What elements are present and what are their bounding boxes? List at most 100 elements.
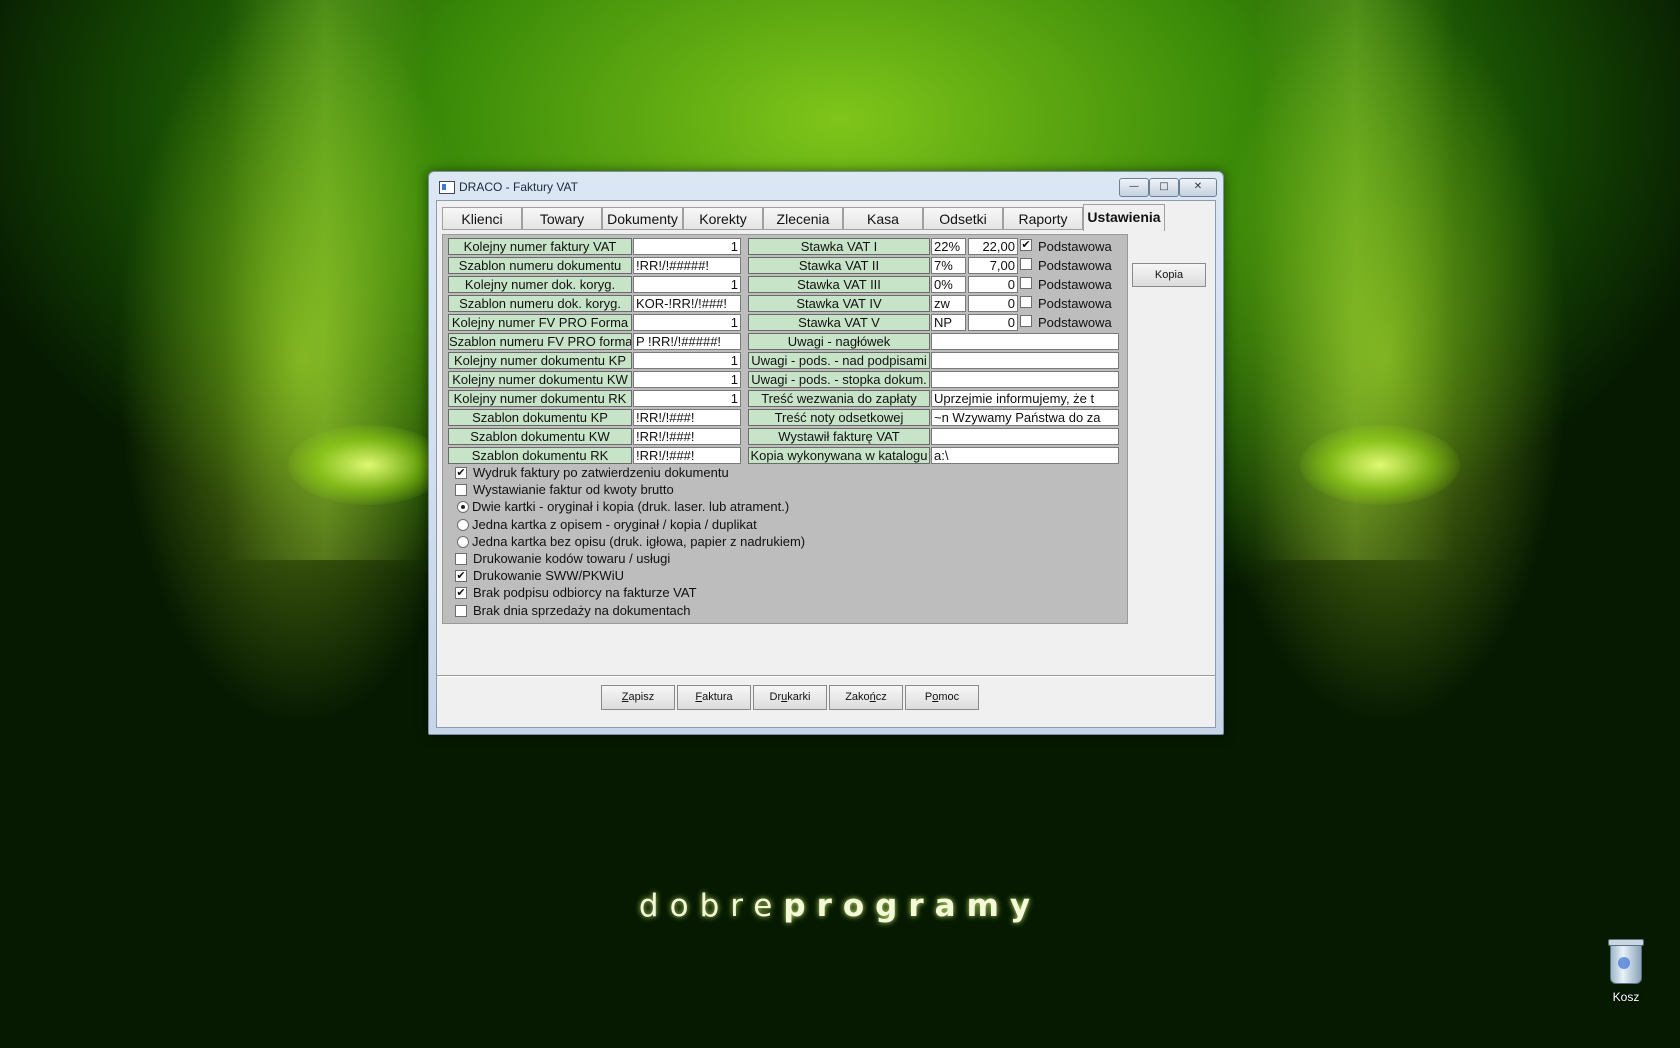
desktop-brand-logo: dobreprogramy: [0, 888, 1680, 924]
tab-odsetki[interactable]: Odsetki: [923, 207, 1003, 229]
field-input[interactable]: 1: [633, 371, 741, 388]
tab-kasa[interactable]: Kasa: [843, 207, 923, 229]
field-label: Kolejny numer faktury VAT: [448, 238, 632, 255]
field-label: Kopia wykonywana w katalogu: [748, 447, 930, 464]
vat-rate-label: Stawka VAT I: [748, 238, 930, 255]
field-input[interactable]: a:\: [931, 447, 1119, 464]
field-input[interactable]: Uprzejmie informujemy, że t: [931, 390, 1119, 407]
default-rate-checkbox[interactable]: [1020, 296, 1032, 308]
zapisz-button[interactable]: Zapisz: [601, 685, 675, 710]
recycle-bin-icon: [1608, 939, 1644, 984]
maximize-button[interactable]: □: [1149, 178, 1179, 197]
option-checkbox[interactable]: ✔: [455, 570, 467, 583]
field-label: Uwagi - pods. - stopka dokum.: [748, 371, 930, 388]
field-input[interactable]: KOR-!RR!/!###!: [633, 295, 741, 312]
vat-rate-label: Stawka VAT II: [748, 257, 930, 274]
pomoc-button[interactable]: Pomoc: [905, 685, 979, 710]
field-input[interactable]: [931, 371, 1119, 388]
app-window: DRACO - Faktury VAT — □ ✕ Klienci Towary D…: [428, 171, 1224, 735]
option-label: Brak dnia sprzedaży na dokumentach: [473, 602, 691, 618]
field-input[interactable]: !RR!/!###!: [633, 409, 741, 426]
tab-korekty[interactable]: Korekty: [683, 207, 763, 229]
tab-raporty[interactable]: Raporty: [1003, 207, 1083, 229]
settings-panel: Kolejny numer faktury VAT 1 Szablon numeru…: [442, 234, 1128, 624]
field-input[interactable]: 1: [633, 238, 741, 255]
vat-code-input[interactable]: 22%: [931, 238, 966, 255]
faktura-button[interactable]: Faktura: [677, 685, 751, 710]
drukarki-button[interactable]: Drukarki: [753, 685, 827, 710]
option-checkbox[interactable]: ✔: [455, 587, 467, 600]
field-input[interactable]: 1: [633, 314, 741, 331]
field-label: Szablon dokumentu KP: [448, 409, 632, 426]
option-label: Dwie kartki - oryginał i kopia (druk. la…: [472, 499, 790, 515]
option-radio[interactable]: [457, 518, 469, 531]
vat-rate-input[interactable]: 0: [968, 295, 1018, 312]
field-input[interactable]: [931, 352, 1119, 369]
vat-rate-input[interactable]: 7,00: [968, 257, 1018, 274]
field-input[interactable]: 1: [633, 276, 741, 293]
field-label: Kolejny numer dok. koryg.: [448, 276, 632, 293]
field-input[interactable]: !RR!/!###!: [633, 447, 741, 464]
option-checkbox[interactable]: [455, 484, 467, 497]
option-radio[interactable]: [457, 535, 469, 548]
field-input[interactable]: 1: [633, 390, 741, 407]
option-label: Drukowanie SWW/PKWiU: [473, 568, 624, 584]
option-checkbox[interactable]: [455, 604, 467, 617]
field-label: Treść wezwania do zapłaty: [748, 390, 930, 407]
default-rate-checkbox[interactable]: ✔: [1020, 239, 1032, 251]
tab-ustawienia[interactable]: Ustawienia: [1083, 204, 1165, 231]
default-rate-checkbox[interactable]: [1020, 258, 1032, 270]
app-window-icon: [439, 181, 455, 194]
field-label: Szablon numeru dok. koryg.: [448, 295, 632, 312]
field-label: Wystawił fakturę VAT: [748, 428, 930, 445]
close-button[interactable]: ✕: [1179, 178, 1217, 197]
default-rate-label: Podstawowa: [1038, 315, 1112, 330]
title-bar[interactable]: DRACO - Faktury VAT — □ ✕: [429, 172, 1223, 200]
field-input[interactable]: !RR!/!#####!: [633, 257, 741, 274]
vat-rate-input[interactable]: 22,00: [968, 238, 1018, 255]
vat-code-input[interactable]: zw: [931, 295, 966, 312]
option-label: Brak podpisu odbiorcy na fakturze VAT: [473, 585, 697, 601]
field-label: Szablon numeru dokumentu: [448, 257, 632, 274]
brand-bold-text: programy: [783, 888, 1042, 924]
tab-klienci[interactable]: Klienci: [442, 207, 522, 229]
default-rate-label: Podstawowa: [1038, 296, 1112, 311]
close-icon: ✕: [1193, 181, 1203, 192]
vat-code-input[interactable]: NP: [931, 314, 966, 331]
option-label: Jedna kartka bez opisu (druk. igłowa, pa…: [472, 533, 806, 549]
option-radio[interactable]: [457, 501, 469, 514]
field-input[interactable]: P !RR!/!#####!: [633, 333, 741, 350]
field-input[interactable]: [931, 333, 1119, 350]
option-checkbox[interactable]: ✔: [455, 467, 467, 479]
field-label: Szablon dokumentu RK: [448, 447, 632, 464]
field-input[interactable]: ~n Wzywamy Państwa do za: [931, 409, 1119, 426]
tab-bar: Klienci Towary Dokumenty Korekty Zlecenia Kas…: [442, 204, 1212, 231]
option-label: Wystawianie faktur od kwoty brutto: [473, 482, 674, 498]
tab-zlecenia[interactable]: Zlecenia: [763, 207, 843, 229]
option-checkbox[interactable]: [455, 553, 467, 565]
field-label: Kolejny numer FV PRO Forma: [448, 314, 632, 331]
recycle-bin[interactable]: Kosz: [1596, 939, 1656, 1004]
vat-rate-input[interactable]: 0: [968, 314, 1018, 331]
zakoncz-button[interactable]: Zakończ: [829, 685, 903, 710]
minimize-button[interactable]: —: [1119, 178, 1149, 197]
field-input[interactable]: [931, 428, 1119, 445]
vat-code-input[interactable]: 0%: [931, 276, 966, 293]
kopia-button[interactable]: Kopia: [1132, 263, 1206, 287]
field-label: Kolejny numer dokumentu KW: [448, 371, 632, 388]
field-label: Kolejny numer dokumentu RK: [448, 390, 632, 407]
tab-dokumenty[interactable]: Dokumenty: [602, 207, 683, 229]
recycle-bin-label: Kosz: [1612, 990, 1640, 1004]
vat-code-input[interactable]: 7%: [931, 257, 966, 274]
option-label: Wydruk faktury po zatwierdzeniu dokument…: [473, 465, 729, 480]
default-rate-checkbox[interactable]: [1020, 277, 1032, 289]
vat-rate-input[interactable]: 0: [968, 276, 1018, 293]
default-rate-label: Podstawowa: [1038, 258, 1112, 273]
window-client-area: Klienci Towary Dokumenty Korekty Zlecenia Kas…: [436, 200, 1216, 728]
field-label: Kolejny numer dokumentu KP: [448, 352, 632, 369]
field-input[interactable]: !RR!/!###!: [633, 428, 741, 445]
default-rate-label: Podstawowa: [1038, 277, 1112, 292]
tab-towary[interactable]: Towary: [522, 207, 602, 229]
field-input[interactable]: 1: [633, 352, 741, 369]
default-rate-checkbox[interactable]: [1020, 315, 1032, 327]
